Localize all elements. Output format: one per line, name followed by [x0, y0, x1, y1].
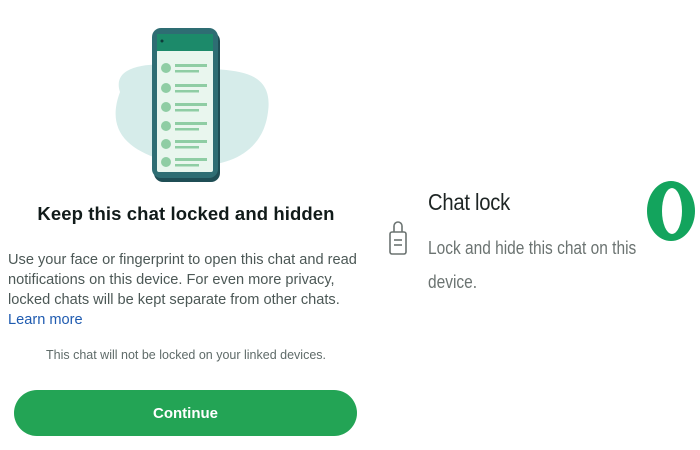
camera-dot	[160, 39, 164, 43]
toggle-knob	[662, 188, 682, 234]
chat-lock-description-line2: device.	[428, 272, 478, 292]
chat-lock-description: Lock and hide this chat on this device.	[428, 231, 637, 299]
chat-lock-setting-row[interactable]: Chat lock Lock and hide this chat on thi…	[372, 0, 700, 450]
continue-button[interactable]: Continue	[14, 390, 357, 436]
lock-description: Use your face or fingerprint to open thi…	[8, 250, 370, 330]
lock-icon	[389, 221, 407, 255]
locked-chats-illustration	[115, 28, 269, 182]
lock-intro-panel: Keep this chat locked and hidden Use you…	[0, 0, 372, 450]
lock-description-text: Use your face or fingerprint to open thi…	[8, 252, 357, 308]
page-title: Keep this chat locked and hidden	[37, 203, 335, 224]
chat-lock-title: Chat lock	[428, 189, 511, 215]
phone-header	[157, 34, 213, 51]
chat-lock-toggle[interactable]	[647, 181, 695, 241]
linked-devices-note: This chat will not be locked on your lin…	[45, 348, 326, 362]
chat-lock-description-line1: Lock and hide this chat on this	[428, 238, 637, 258]
learn-more-link[interactable]: Learn more	[8, 312, 83, 328]
